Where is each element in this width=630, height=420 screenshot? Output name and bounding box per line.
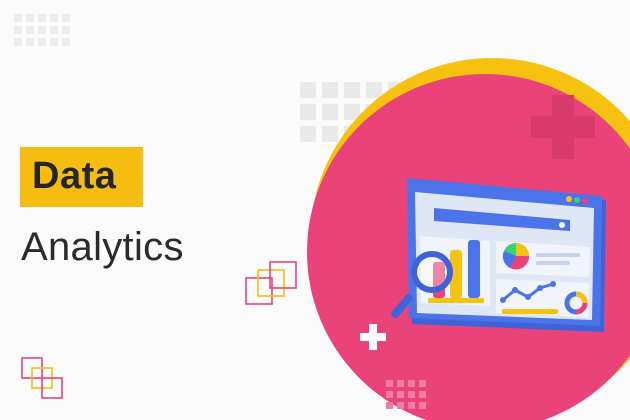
title-highlight: Data — [32, 155, 117, 197]
background-decor — [14, 14, 630, 420]
subtitle: Analytics — [21, 225, 184, 269]
outline-squares-middle — [245, 261, 297, 305]
title-highlight-box: Data — [20, 147, 143, 207]
outline-squares-bottom — [21, 357, 63, 399]
analytics-banner: Data Analytics — [0, 0, 630, 420]
dot-grid-top-left — [14, 14, 70, 46]
